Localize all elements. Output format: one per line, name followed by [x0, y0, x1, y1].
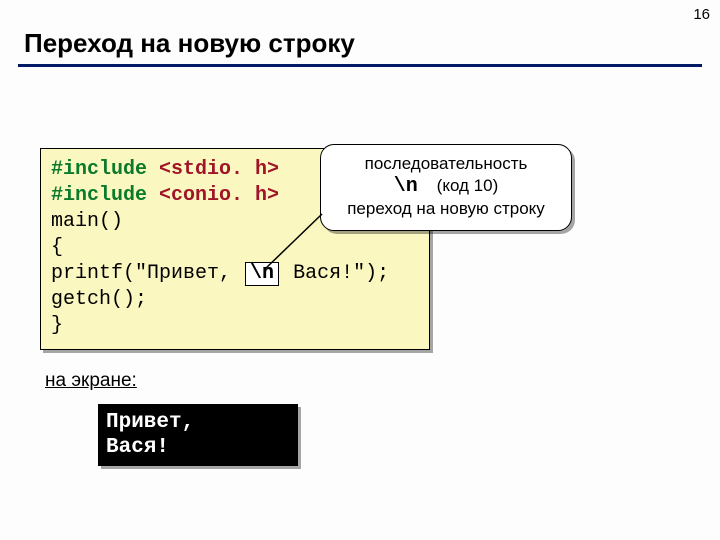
code-brace-close: }	[51, 313, 419, 339]
code-brace-open: {	[51, 235, 419, 261]
callout-line1: последовательность	[331, 153, 561, 175]
console-output: Привет, Вася!	[98, 404, 298, 466]
page-number: 16	[693, 6, 710, 23]
keyword-include-2: #include	[51, 184, 147, 207]
code-getch: getch();	[51, 287, 419, 313]
header-conio: <conio. h>	[159, 184, 279, 207]
callout-bubble: последовательность \n (код 10) переход н…	[320, 144, 572, 231]
page-title: Переход на новую строку	[24, 28, 355, 59]
header-stdio: <stdio. h>	[159, 158, 279, 181]
keyword-include-1: #include	[51, 158, 147, 181]
callout-code-note: (код 10)	[437, 176, 499, 195]
code-printf-post: Вася!");	[281, 262, 389, 285]
callout-escape: \n	[394, 175, 418, 198]
code-printf-pre: printf("Привет,	[51, 262, 231, 285]
title-underline	[18, 64, 702, 67]
escape-highlight: \n	[245, 262, 279, 286]
callout-line3: переход на новую строку	[331, 198, 561, 220]
screen-label: на экране:	[45, 370, 137, 392]
